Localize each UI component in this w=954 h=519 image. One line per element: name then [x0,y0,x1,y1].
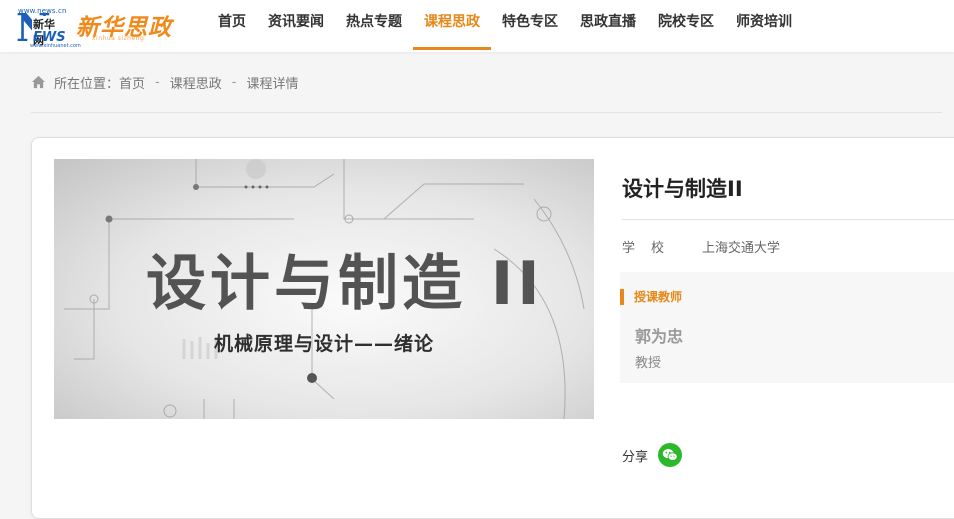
nav-item-topics[interactable]: 热点专题 [335,0,413,50]
cover-subtitle: 机械原理与设计——绪论 [214,333,435,355]
school-label: 学校 [622,241,681,256]
nav-item-teacher-training[interactable]: 师资培训 [725,0,803,50]
share-label: 分享 [622,449,649,465]
school-row: 学校 上海交通大学 [622,237,780,256]
site-header: N www.news.cn 新华网 EWS www.xinhuanet.com … [0,0,954,52]
xinhua-news-logo: N www.news.cn 新华网 EWS www.xinhuanet.com [14,5,81,50]
teacher-name[interactable]: 郭为忠 [635,323,683,347]
breadcrumb-separator: - [231,74,237,90]
course-cover-image[interactable]: 设计与制造 II 机械原理与设计——绪论 [54,159,594,419]
breadcrumb: 所在位置： 首页 - 课程思政 - 课程详情 [31,72,298,92]
breadcrumb-course-detail: 课程详情 [246,76,299,92]
breadcrumb-home[interactable]: 首页 [119,73,145,92]
cover-title: 设计与制造 II [146,249,544,319]
brand-subtitle: xinhua sizheng [92,35,145,42]
course-card: 设计与制造 II 机械原理与设计——绪论 设计与制造II 学校 上海交通大学 授… [31,137,954,519]
course-title: 设计与制造II [622,177,743,201]
school-value: 上海交通大学 [702,241,781,256]
main-nav: 首页 资讯要闻 热点专题 课程思政 特色专区 思政直播 院校专区 师资培训 [207,0,803,52]
share-row: 分享 [622,443,683,467]
logo-site-url: www.news.cn [18,7,67,15]
teacher-section: 授课教师 郭为忠 教授 [620,272,954,383]
nav-item-news[interactable]: 资讯要闻 [257,0,335,50]
course-info-panel: 设计与制造II 学校 上海交通大学 授课教师 郭为忠 教授 分享 [620,159,954,499]
breadcrumb-prefix: 所在位置： [54,76,120,92]
teacher-section-label: 授课教师 [620,289,682,305]
breadcrumb-divider [31,112,942,113]
site-logo[interactable]: N www.news.cn 新华网 EWS www.xinhuanet.com … [14,3,184,50]
wechat-icon[interactable] [658,443,683,467]
nav-item-featured[interactable]: 特色专区 [491,0,569,50]
breadcrumb-separator: - [155,74,160,90]
home-icon [31,75,46,89]
breadcrumb-course-ideology[interactable]: 课程思政 [170,73,222,92]
teacher-title: 教授 [635,356,662,371]
nav-item-home[interactable]: 首页 [207,0,257,50]
logo-xinhua-url: www.xinhuanet.com [30,43,81,49]
title-divider [622,219,954,220]
nav-item-course-ideology[interactable]: 课程思政 [413,0,491,50]
nav-item-live[interactable]: 思政直播 [569,0,647,50]
nav-item-schools[interactable]: 院校专区 [647,0,725,50]
